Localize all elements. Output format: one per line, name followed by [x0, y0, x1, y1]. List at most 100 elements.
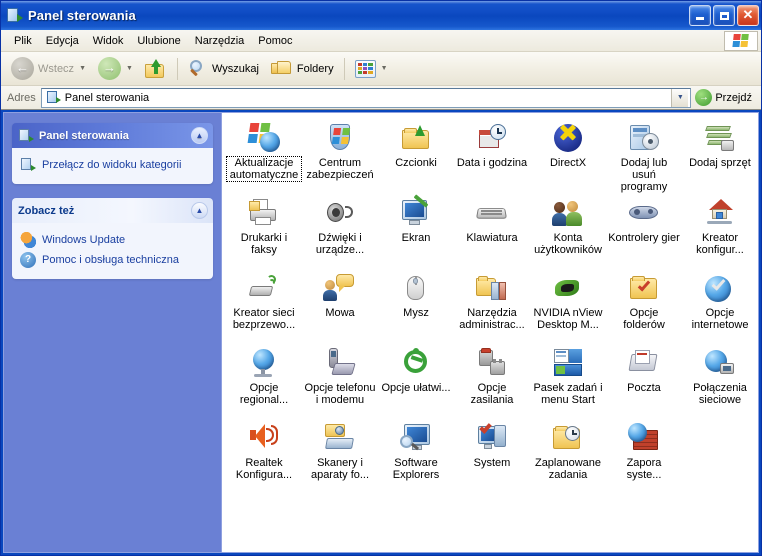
control-panel-item-automatic-updates[interactable]: Aktualizacje automatyczne [226, 119, 302, 194]
toolbar-separator [176, 57, 178, 80]
item-label: Opcje zasilania [470, 382, 514, 406]
menu-ulubione[interactable]: Ulubione [130, 33, 187, 49]
back-dropdown-icon[interactable]: ▼ [79, 65, 86, 72]
go-label: Przejdź [715, 91, 752, 104]
control-panel-item-scheduled-tasks[interactable]: Zaplanowane zadania [530, 419, 606, 494]
address-bar: Adres Panel sterowania ▼ → Przejdź [1, 86, 761, 110]
item-label: Dodaj sprzęt [689, 157, 751, 169]
control-panel-item-administrative-tools[interactable]: Narzędzia administrac... [454, 269, 530, 344]
scheduled-tasks-icon [551, 422, 585, 454]
control-panel-item-wireless-network-wizard[interactable]: Kreator sieci bezprzewo... [226, 269, 302, 344]
control-panel-item-windows-firewall[interactable]: Zapora syste... [606, 419, 682, 494]
item-label: Mysz [403, 307, 429, 319]
control-panel-item-regional-options[interactable]: Opcje regional... [226, 344, 302, 419]
control-panel-item-scanners-cameras[interactable]: Skanery i aparaty fo... [302, 419, 378, 494]
views-dropdown-icon[interactable]: ▼ [381, 65, 388, 72]
sounds-audio-icon [323, 197, 357, 229]
control-panel-item-fonts-folder[interactable]: Czcionki [378, 119, 454, 194]
control-panel-item-date-time[interactable]: Data i godzina [454, 119, 530, 194]
control-panel-content: Aktualizacje automatyczne Centrum zabezp… [222, 112, 759, 553]
menu-plik[interactable]: Plik [7, 33, 39, 49]
control-panel-item-sounds-audio[interactable]: Dźwięki i urządze... [302, 194, 378, 269]
item-label: Opcje folderów [623, 307, 665, 331]
item-label: Opcje ułatwi... [381, 382, 451, 394]
address-input[interactable]: Panel sterowania ▼ [40, 87, 692, 108]
control-panel-item-mail[interactable]: Poczta [606, 344, 682, 419]
folders-button[interactable]: Foldery [265, 55, 340, 83]
control-panel-item-folder-options[interactable]: Opcje folderów [606, 269, 682, 344]
automatic-updates-icon [247, 122, 281, 154]
item-label: Połączenia sieciowe [693, 382, 747, 406]
menu-pomoc[interactable]: Pomoc [251, 33, 299, 49]
chevron-down-icon[interactable]: ▼ [671, 88, 689, 107]
control-panel-item-user-accounts[interactable]: Konta użytkowników [530, 194, 606, 269]
views-button[interactable]: ▼ [349, 55, 394, 83]
menu-widok[interactable]: Widok [86, 33, 131, 49]
control-panel-item-game-controllers[interactable]: Kontrolery gier [606, 194, 682, 269]
forward-dropdown-icon[interactable]: ▼ [126, 65, 133, 72]
add-remove-programs-icon [627, 122, 661, 154]
forward-button[interactable]: → ▼ [92, 55, 139, 83]
maximize-button[interactable] [713, 5, 735, 26]
link-help-and-support[interactable]: ? Pomoc i obsługa techniczna [20, 250, 205, 270]
control-panel-item-phone-modem[interactable]: Opcje telefonu i modemu [302, 344, 378, 419]
nvidia-nview-icon [551, 272, 585, 304]
item-label: Konta użytkowników [534, 232, 602, 256]
scanners-cameras-icon [323, 422, 357, 454]
item-label: Drukarki i faksy [240, 232, 288, 256]
control-panel-item-security-center[interactable]: Centrum zabezpieczeń [302, 119, 378, 194]
control-panel-item-speech[interactable]: Mowa [302, 269, 378, 344]
collapse-chevron-icon[interactable]: ▲ [191, 202, 208, 219]
panel-header-see-also[interactable]: Zobacz też ▲ [12, 198, 213, 223]
phone-modem-icon [323, 347, 357, 379]
link-switch-to-category-view[interactable]: Przełącz do widoku kategorii [20, 155, 205, 175]
control-panel-item-printers-faxes[interactable]: Drukarki i faksy [226, 194, 302, 269]
control-panel-item-add-hardware[interactable]: Dodaj sprzęt [682, 119, 758, 194]
item-label: System [473, 457, 511, 469]
realtek-audio-icon [247, 422, 281, 454]
menu-narzedzia[interactable]: Narzędzia [188, 33, 252, 49]
link-label: Pomoc i obsługa techniczna [42, 254, 179, 266]
menu-edycja[interactable]: Edycja [39, 33, 86, 49]
back-button[interactable]: ← Wstecz ▼ [5, 55, 92, 83]
collapse-chevron-icon[interactable]: ▲ [191, 127, 208, 144]
control-panel-item-network-setup-wizard[interactable]: Kreator konfigur... [682, 194, 758, 269]
control-panel-item-keyboard[interactable]: Klawiatura [454, 194, 530, 269]
control-panel-item-accessibility-options[interactable]: Opcje ułatwi... [378, 344, 454, 419]
control-panel-item-add-remove-programs[interactable]: Dodaj lub usuń programy [606, 119, 682, 194]
control-panel-item-nvidia-nview[interactable]: NVIDIA nView Desktop M... [530, 269, 606, 344]
item-label: Opcje internetowe [691, 307, 749, 331]
up-button[interactable] [139, 55, 173, 83]
item-label: Mowa [325, 307, 355, 319]
control-panel-item-mouse[interactable]: Mysz [378, 269, 454, 344]
mail-icon [627, 347, 661, 379]
control-panel-item-network-connections[interactable]: Połączenia sieciowe [682, 344, 758, 419]
control-panel-item-power-options[interactable]: Opcje zasilania [454, 344, 530, 419]
network-connections-icon [703, 347, 737, 379]
search-button[interactable]: Wyszukaj [182, 55, 265, 83]
go-button[interactable]: → Przejdź [691, 87, 758, 109]
control-panel-item-software-explorers[interactable]: Software Explorers [378, 419, 454, 494]
windows-update-icon [20, 232, 36, 248]
control-panel-item-taskbar-start-menu[interactable]: Pasek zadań i menu Start [530, 344, 606, 419]
forward-arrow-icon: → [98, 57, 121, 80]
control-panel-item-realtek-audio[interactable]: Realtek Konfigura... [226, 419, 302, 494]
panel-header-control-panel[interactable]: Panel sterowania ▲ [12, 123, 213, 148]
control-panel-item-display[interactable]: Ekran [378, 194, 454, 269]
link-label: Windows Update [42, 234, 126, 246]
control-panel-item-internet-options[interactable]: Opcje internetowe [682, 269, 758, 344]
control-panel-item-system[interactable]: System [454, 419, 530, 494]
control-panel-item-directx[interactable]: DirectX [530, 119, 606, 194]
item-label: NVIDIA nView Desktop M... [533, 307, 603, 331]
taskbar-start-menu-icon [551, 347, 585, 379]
search-label: Wyszukaj [211, 62, 259, 75]
accessibility-options-icon [399, 347, 433, 379]
window-title: Panel sterowania [28, 8, 136, 23]
display-icon [399, 194, 433, 229]
link-windows-update[interactable]: Windows Update [20, 230, 205, 250]
item-label: Czcionki [395, 157, 437, 169]
speech-icon [323, 272, 357, 304]
control-panel-icon [6, 7, 23, 24]
minimize-button[interactable] [689, 5, 711, 26]
close-button[interactable]: ✕ [737, 5, 759, 26]
